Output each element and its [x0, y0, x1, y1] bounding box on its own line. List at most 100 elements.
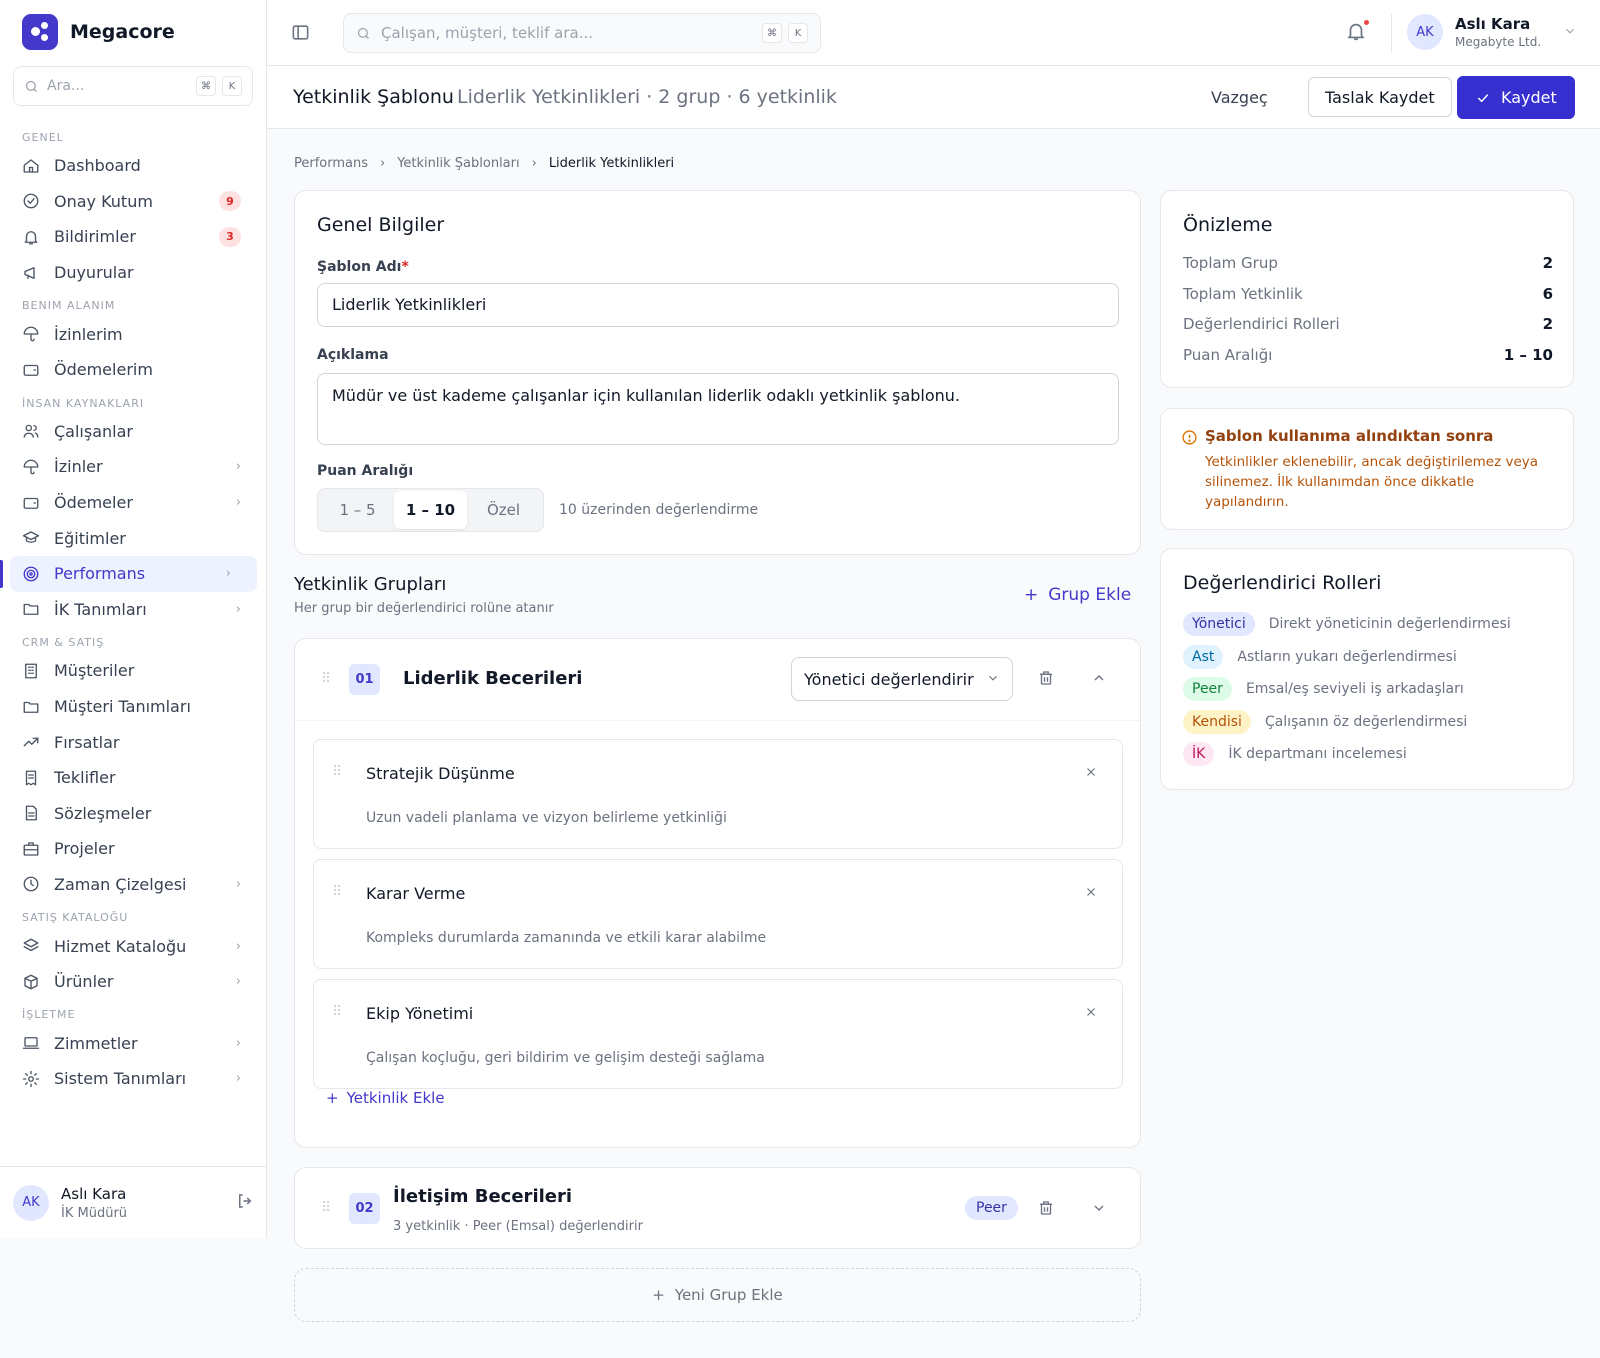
sidebar-toggle-icon[interactable]: [291, 23, 310, 46]
sidebar-item[interactable]: Ödemeler ›: [0, 485, 267, 521]
sidebar-item[interactable]: Müşteriler: [0, 653, 267, 689]
sidebar-item-label: Bildirimler: [54, 227, 136, 247]
template-name-field[interactable]: Liderlik Yetkinlikleri: [317, 283, 1119, 327]
chevron-right-icon: ›: [235, 876, 241, 892]
cancel-button[interactable]: Vazgeç: [1203, 84, 1276, 112]
sidebar-user: AK Aslı Kara İK Müdürü: [0, 1166, 267, 1238]
sidebar-item[interactable]: İK Tanımları ›: [0, 592, 267, 628]
kbd-k: K: [222, 76, 242, 96]
preview-row: Toplam Grup 2: [1183, 254, 1553, 272]
sidebar-item[interactable]: Onay Kutum 9: [0, 184, 267, 220]
preview-row: Toplam Yetkinlik 6: [1183, 285, 1553, 303]
add-group-button[interactable]: + Grup Ekle: [1024, 585, 1131, 605]
evaluator-role-select[interactable]: Yönetici değerlendirir: [791, 657, 1013, 701]
chevron-down-icon[interactable]: [1091, 1200, 1107, 1220]
sidebar-search-input[interactable]: Ara... ⌘ K: [13, 66, 253, 106]
evaluator-role-row: İK İK departmanı incelemesi: [1183, 742, 1407, 767]
competency-name[interactable]: Ekip Yönetimi: [366, 1004, 473, 1023]
page-header: Yetkinlik Şablonu Liderlik Yetkinlikleri…: [267, 66, 1600, 129]
drag-handle-icon[interactable]: ⠿: [332, 884, 342, 900]
drag-handle-icon[interactable]: ⠿: [332, 764, 342, 780]
save-draft-button[interactable]: Taslak Kaydet: [1308, 77, 1452, 117]
sidebar-item[interactable]: Zaman Çizelgesi ›: [0, 867, 267, 903]
competency-name[interactable]: Karar Verme: [366, 884, 465, 903]
sidebar-item[interactable]: Performans ›: [0, 555, 257, 592]
sidebar-item-label: Performans: [54, 564, 146, 584]
sidebar-item[interactable]: Ürünler ›: [0, 964, 267, 1000]
competency-description[interactable]: Kompleks durumlarda zamanında ve etkili …: [366, 930, 766, 946]
sidebar-item[interactable]: Zimmetler ›: [0, 1025, 267, 1061]
save-button[interactable]: Kaydet: [1457, 76, 1575, 119]
close-icon[interactable]: [1084, 764, 1098, 783]
competency-item: ⠿ Ekip Yönetimi Çalışan koçluğu, geri bi…: [313, 979, 1123, 1089]
score-range-option[interactable]: Özel: [467, 491, 540, 529]
competency-item: ⠿ Stratejik Düşünme Uzun vadeli planlama…: [313, 739, 1123, 849]
trash-icon[interactable]: [1037, 669, 1055, 691]
preview-value: 6: [1542, 285, 1553, 303]
megaphone-icon: [22, 264, 40, 282]
drag-handle-icon[interactable]: ⠿: [332, 1004, 342, 1020]
drag-handle-icon[interactable]: ⠿: [321, 1200, 331, 1216]
save-button-label: Kaydet: [1501, 88, 1557, 107]
sidebar-item-label: Teklifler: [54, 768, 116, 788]
sidebar-item-label: Zimmetler: [54, 1033, 138, 1053]
sidebar-item[interactable]: Sistem Tanımları ›: [0, 1061, 267, 1097]
competency-description[interactable]: Uzun vadeli planlama ve vizyon belirleme…: [366, 810, 727, 826]
sidebar-item[interactable]: Projeler: [0, 831, 267, 867]
building-icon: [22, 662, 40, 680]
trash-icon[interactable]: [1037, 1199, 1055, 1221]
sidebar-item[interactable]: Fırsatlar: [0, 724, 267, 760]
new-group-button[interactable]: + Yeni Grup Ekle: [294, 1268, 1141, 1322]
close-icon[interactable]: [1084, 1004, 1098, 1023]
add-group-label: Grup Ekle: [1048, 585, 1132, 605]
sidebar-item[interactable]: Dashboard: [0, 148, 267, 184]
chevron-right-icon: ›: [235, 1071, 241, 1087]
sidebar-item[interactable]: Eğitimler: [0, 520, 267, 556]
wallet-icon: [22, 361, 40, 379]
sidebar-item[interactable]: Ödemelerim: [0, 352, 267, 388]
nav-section-title: CRM & SATIŞ: [22, 636, 105, 650]
close-icon[interactable]: [1084, 884, 1098, 903]
score-range-option[interactable]: 1 – 5: [321, 491, 394, 529]
sidebar-item[interactable]: Bildirimler 3: [0, 219, 267, 255]
chevron-up-icon[interactable]: [1091, 670, 1107, 690]
description-field[interactable]: Müdür ve üst kademe çalışanlar için kull…: [317, 373, 1119, 445]
groups-subtitle: Her grup bir değerlendirici rolüne atanı…: [294, 601, 554, 616]
breadcrumb-item[interactable]: Performans: [294, 156, 368, 171]
role-badge: Peer: [1183, 677, 1232, 702]
sidebar-item[interactable]: İzinlerim: [0, 316, 267, 352]
sidebar-item[interactable]: Duyurular: [0, 255, 267, 291]
sidebar-item-label: Projeler: [54, 839, 115, 859]
sidebar-item[interactable]: Sözleşmeler: [0, 796, 267, 832]
sidebar-item[interactable]: Hizmet Kataloğu ›: [0, 928, 267, 964]
logout-icon[interactable]: [236, 1192, 254, 1214]
avatar[interactable]: AK: [13, 1184, 49, 1221]
description-label: Açıklama: [317, 347, 389, 363]
score-range-hint: 10 üzerinden değerlendirme: [559, 502, 759, 518]
add-competency-button[interactable]: + Yetkinlik Ekle: [326, 1089, 445, 1107]
sidebar-search-placeholder: Ara...: [47, 78, 85, 94]
brand[interactable]: Megacore: [22, 14, 175, 50]
score-range-label: Puan Aralığı: [317, 463, 414, 479]
sidebar-item[interactable]: Çalışanlar: [0, 414, 267, 450]
competency-description[interactable]: Çalışan koçluğu, geri bildirim ve gelişi…: [366, 1050, 765, 1066]
sidebar-item[interactable]: Teklifler: [0, 760, 267, 796]
new-group-label: Yeni Grup Ekle: [674, 1286, 783, 1304]
chevron-down-icon: [1563, 23, 1577, 42]
sidebar-item-label: İzinler: [54, 457, 103, 477]
score-range-option-selected[interactable]: 1 – 10: [394, 491, 467, 529]
global-search-input[interactable]: Çalışan, müşteri, teklif ara... ⌘ K: [343, 13, 821, 53]
nav-section-title: SATIŞ KATALOĞU: [22, 911, 129, 925]
user-menu[interactable]: AK Aslı Kara Megabyte Ltd.: [1407, 14, 1577, 50]
competency-name[interactable]: Stratejik Düşünme: [366, 764, 515, 783]
user-name: Aslı Kara: [1455, 15, 1531, 33]
chevron-right-icon: ›: [235, 1035, 241, 1051]
breadcrumb-item[interactable]: Yetkinlik Şablonları: [397, 156, 519, 171]
sidebar-item[interactable]: İzinler ›: [0, 449, 267, 485]
sidebar-item-label: Çalışanlar: [54, 421, 133, 441]
notifications-bell-icon[interactable]: [1345, 18, 1371, 46]
kbd-cmd: ⌘: [196, 76, 216, 96]
sidebar-item[interactable]: Müşteri Tanımları: [0, 689, 267, 725]
role-description: İK departmanı incelemesi: [1228, 746, 1407, 763]
drag-handle-icon[interactable]: ⠿: [321, 671, 331, 687]
